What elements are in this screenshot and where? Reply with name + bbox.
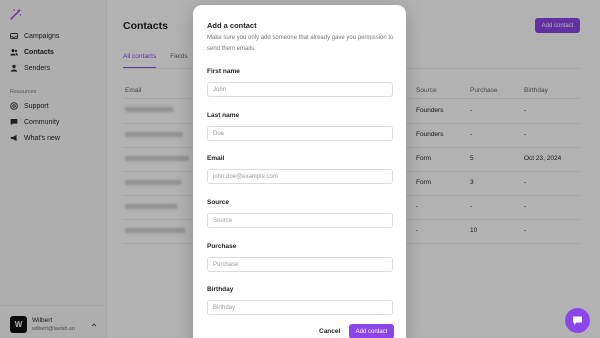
birthday-label: Birthday (207, 286, 234, 293)
last-name-field[interactable]: Doe (207, 126, 393, 141)
chat-bubble-icon (573, 316, 582, 325)
modal-description: Make sure you only add someone that alre… (207, 35, 394, 52)
last-name-label: Last name (207, 112, 240, 119)
first-name-label: First name (207, 68, 240, 75)
email-field[interactable]: john.doe@example.com (207, 169, 393, 184)
source-field[interactable]: Source (207, 213, 393, 228)
purchase-label: Purchase (207, 243, 237, 250)
submit-add-contact-button[interactable]: Add contact (349, 324, 394, 338)
cancel-button[interactable]: Cancel (319, 328, 340, 335)
email-label: Email (207, 155, 225, 162)
first-name-field[interactable]: John (207, 82, 393, 97)
add-contact-modal: Add a contact Make sure you only add som… (193, 5, 406, 338)
birthday-field[interactable]: Birthday (207, 300, 393, 315)
support-chat-button[interactable] (565, 308, 590, 333)
purchase-field[interactable]: Purchase (207, 257, 393, 272)
source-label: Source (207, 199, 230, 206)
modal-title: Add a contact (207, 21, 257, 30)
